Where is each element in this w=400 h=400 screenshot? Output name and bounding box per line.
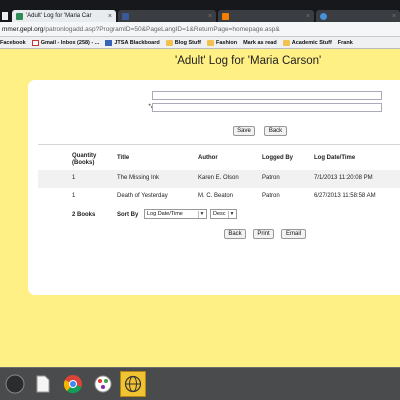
tab-facebook[interactable]: × — [118, 10, 216, 22]
url-text[interactable]: mmer.gepl.org/patronlogadd.asp?ProgramID… — [2, 26, 280, 33]
taskbar-paint[interactable] — [90, 371, 116, 397]
sort-by-label: Sort By — [117, 212, 139, 218]
cell-quantity: 1 — [72, 193, 76, 199]
cell-quantity: 1 — [72, 175, 76, 181]
header-quantity-unit: (Books) — [72, 160, 95, 166]
bookmark-academic-stuff[interactable]: Academic Stuff — [282, 39, 332, 46]
tab-favicon-icon — [16, 12, 23, 20]
bookmark-label: Academic Stuff — [291, 39, 332, 46]
total-books: 2 Books — [72, 212, 96, 218]
bookmark-blog-stuff[interactable]: Blog Stuff — [165, 39, 201, 46]
folder-icon — [207, 39, 214, 46]
taskbar-file[interactable] — [30, 371, 56, 397]
tab-blogger[interactable]: × — [218, 10, 314, 22]
folder-icon — [282, 39, 290, 46]
bookmark-fashion[interactable]: Fashion — [207, 39, 238, 46]
blogger-icon — [222, 12, 229, 20]
tab-close-icon[interactable]: × — [303, 13, 310, 20]
chevron-down-icon: ▼ — [228, 211, 235, 218]
start-button[interactable] — [2, 371, 28, 397]
tab-other[interactable]: × — [316, 10, 400, 22]
paint-icon — [94, 375, 112, 393]
tab-edge — [2, 12, 8, 20]
site-icon — [320, 12, 327, 20]
browser-tab-strip: 'Adult' Log for 'Maria Car × × × × — [0, 0, 400, 22]
globe-icon — [124, 375, 142, 393]
author-input[interactable] — [152, 103, 382, 112]
bookmark-label: Facebook — [0, 39, 26, 46]
url-bar[interactable]: mmer.gepl.org/patronlogadd.asp?ProgramID… — [0, 22, 400, 37]
start-icon — [5, 374, 25, 394]
cell-title: The Missing Ink — [117, 175, 160, 181]
taskbar-chrome[interactable] — [60, 371, 86, 397]
tab-close-icon[interactable]: × — [389, 13, 396, 20]
facebook-icon — [122, 12, 129, 20]
gmail-icon — [31, 39, 39, 46]
bookmark-label: Frank — [337, 39, 353, 46]
chevron-down-icon: ▼ — [198, 211, 205, 218]
sort-order-select[interactable]: Desc ▼ — [210, 209, 237, 219]
url-path: /patronlogadd.asp?ProgramID=50&PageLangI… — [43, 25, 280, 33]
form-back-button[interactable]: Back — [264, 126, 287, 136]
email-button[interactable]: Email — [281, 229, 306, 239]
page-title: 'Adult' Log for 'Maria Carson' — [175, 55, 322, 67]
sort-order-value: Desc — [213, 211, 226, 217]
header-author: Author — [198, 155, 218, 161]
blackboard-icon — [105, 39, 113, 46]
bookmark-blackboard[interactable]: JTSA Blackboard — [105, 39, 160, 46]
taskbar — [0, 367, 400, 400]
print-button[interactable]: Print — [253, 229, 274, 239]
section-divider — [38, 144, 400, 145]
bookmark-facebook[interactable]: Facebook — [0, 40, 26, 46]
folder-icon — [165, 39, 173, 46]
save-button[interactable]: Save — [233, 126, 255, 136]
chrome-icon — [63, 375, 82, 394]
bookmark-label: Mark as read — [243, 39, 277, 46]
file-icon — [36, 375, 50, 393]
cell-logged-by: Patron — [262, 193, 280, 199]
tab-close-icon[interactable]: × — [105, 13, 112, 20]
tab-close-icon[interactable]: × — [205, 13, 212, 20]
header-logged-by: Logged By — [262, 155, 293, 161]
header-log-date: Log Date/Time — [314, 155, 356, 161]
taskbar-browser[interactable] — [120, 371, 146, 397]
url-host: mmer.gepl.org — [2, 25, 44, 33]
cell-log-date: 7/1/2013 11:20:08 PM — [314, 175, 373, 181]
header-quantity: Quantity — [72, 153, 97, 159]
bookmark-label: Blog Stuff — [174, 39, 201, 46]
cell-log-date: 6/27/2013 11:58:58 AM — [314, 193, 376, 199]
cell-author: M. C. Beaton — [198, 193, 234, 199]
table-row: 1 Death of Yesterday M. C. Beaton Patron… — [38, 188, 400, 206]
back-button[interactable]: Back — [224, 229, 246, 239]
tab-label: 'Adult' Log for 'Maria Car — [26, 13, 92, 19]
page-content: 'Adult' Log for 'Maria Carson' *Title *A… — [0, 50, 400, 367]
tab-adult-log[interactable]: 'Adult' Log for 'Maria Car × — [12, 10, 116, 22]
bookmark-frank[interactable]: Frank — [338, 40, 353, 46]
bookmark-label: Fashion — [216, 39, 238, 46]
cell-title: Death of Yesterday — [117, 193, 168, 199]
bookmarks-bar: Facebook Gmail - Inbox (258) - ... JTSA … — [0, 37, 400, 49]
log-panel: *Title *Author Save Back Quantity (Books… — [28, 80, 400, 295]
table-row: 1 The Missing Ink Karen E. Olson Patron … — [38, 170, 400, 188]
sort-field-select[interactable]: Log Date/Time ▼ — [144, 209, 207, 219]
cell-logged-by: Patron — [262, 175, 280, 181]
cell-author: Karen E. Olson — [198, 175, 239, 181]
sort-field-value: Log Date/Time — [147, 211, 183, 217]
bookmark-gmail[interactable]: Gmail - Inbox (258) - ... — [31, 39, 100, 46]
header-title: Title — [117, 155, 130, 161]
bookmark-label: Gmail - Inbox (258) - ... — [40, 39, 100, 46]
title-input[interactable] — [152, 91, 382, 100]
bookmark-mark-as-read[interactable]: Mark as read — [243, 40, 277, 46]
bookmark-label: JTSA Blackboard — [114, 39, 160, 46]
